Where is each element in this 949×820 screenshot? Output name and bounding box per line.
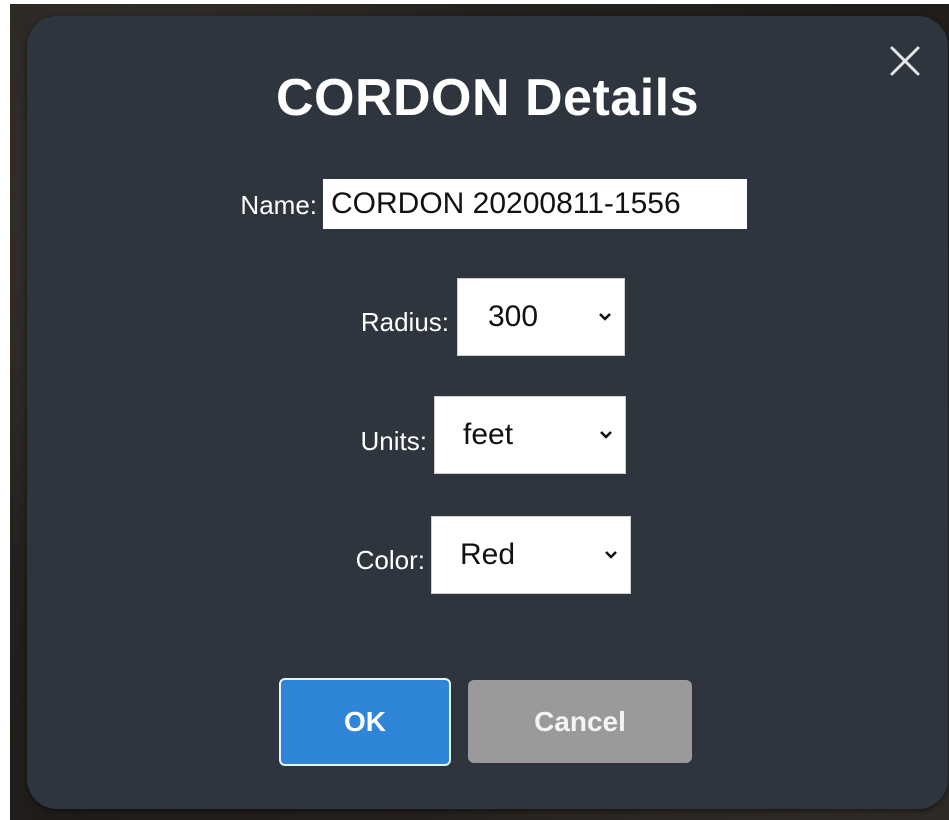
color-select[interactable]: Red	[431, 516, 631, 594]
units-select[interactable]: feet	[434, 396, 626, 474]
units-select-value: feet	[463, 418, 514, 451]
chevron-down-icon	[605, 551, 617, 559]
radius-select-value: 300	[488, 300, 539, 333]
ok-button[interactable]: OK	[279, 678, 451, 766]
color-select-value: Red	[460, 538, 516, 571]
cordon-details-dialog: CORDON Details Name: Radius: 300 Units: …	[27, 16, 948, 809]
units-label: Units:	[360, 426, 427, 456]
name-field[interactable]	[323, 179, 747, 229]
chevron-down-icon	[600, 431, 612, 439]
radius-select[interactable]: 300	[457, 278, 625, 356]
dialog-title: CORDON Details	[275, 69, 700, 127]
chevron-down-icon	[599, 313, 611, 321]
cancel-button[interactable]: Cancel	[468, 680, 692, 763]
radius-label: Radius:	[360, 307, 449, 337]
name-label: Name:	[240, 190, 317, 220]
color-label: Color:	[355, 545, 425, 575]
